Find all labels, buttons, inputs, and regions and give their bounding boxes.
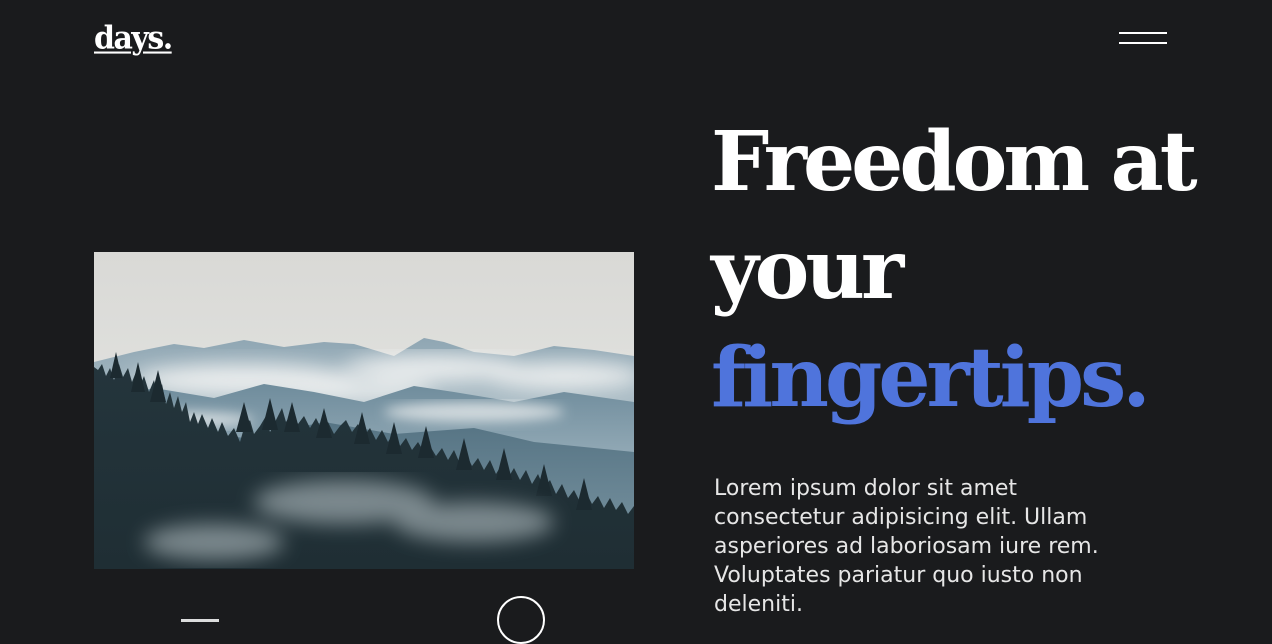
hamburger-menu-icon-bar-bottom: [1119, 42, 1167, 44]
hamburger-menu-icon-bar-top: [1119, 32, 1167, 34]
mountain-landscape-image: [94, 252, 634, 569]
hero-headline: Freedom at your fingertips.: [711, 108, 1198, 432]
circle-button[interactable]: [497, 596, 545, 644]
headline-line-1: Freedom at: [711, 114, 1198, 210]
logo[interactable]: days.: [94, 20, 173, 57]
hamburger-menu-button[interactable]: [1115, 26, 1171, 54]
headline-line-2: your: [711, 222, 904, 318]
headline-line-3-accent: fingertips.: [711, 330, 1151, 426]
hero-description: Lorem ipsum dolor sit amet consectetur a…: [714, 476, 1099, 617]
hero-image: [94, 252, 634, 569]
